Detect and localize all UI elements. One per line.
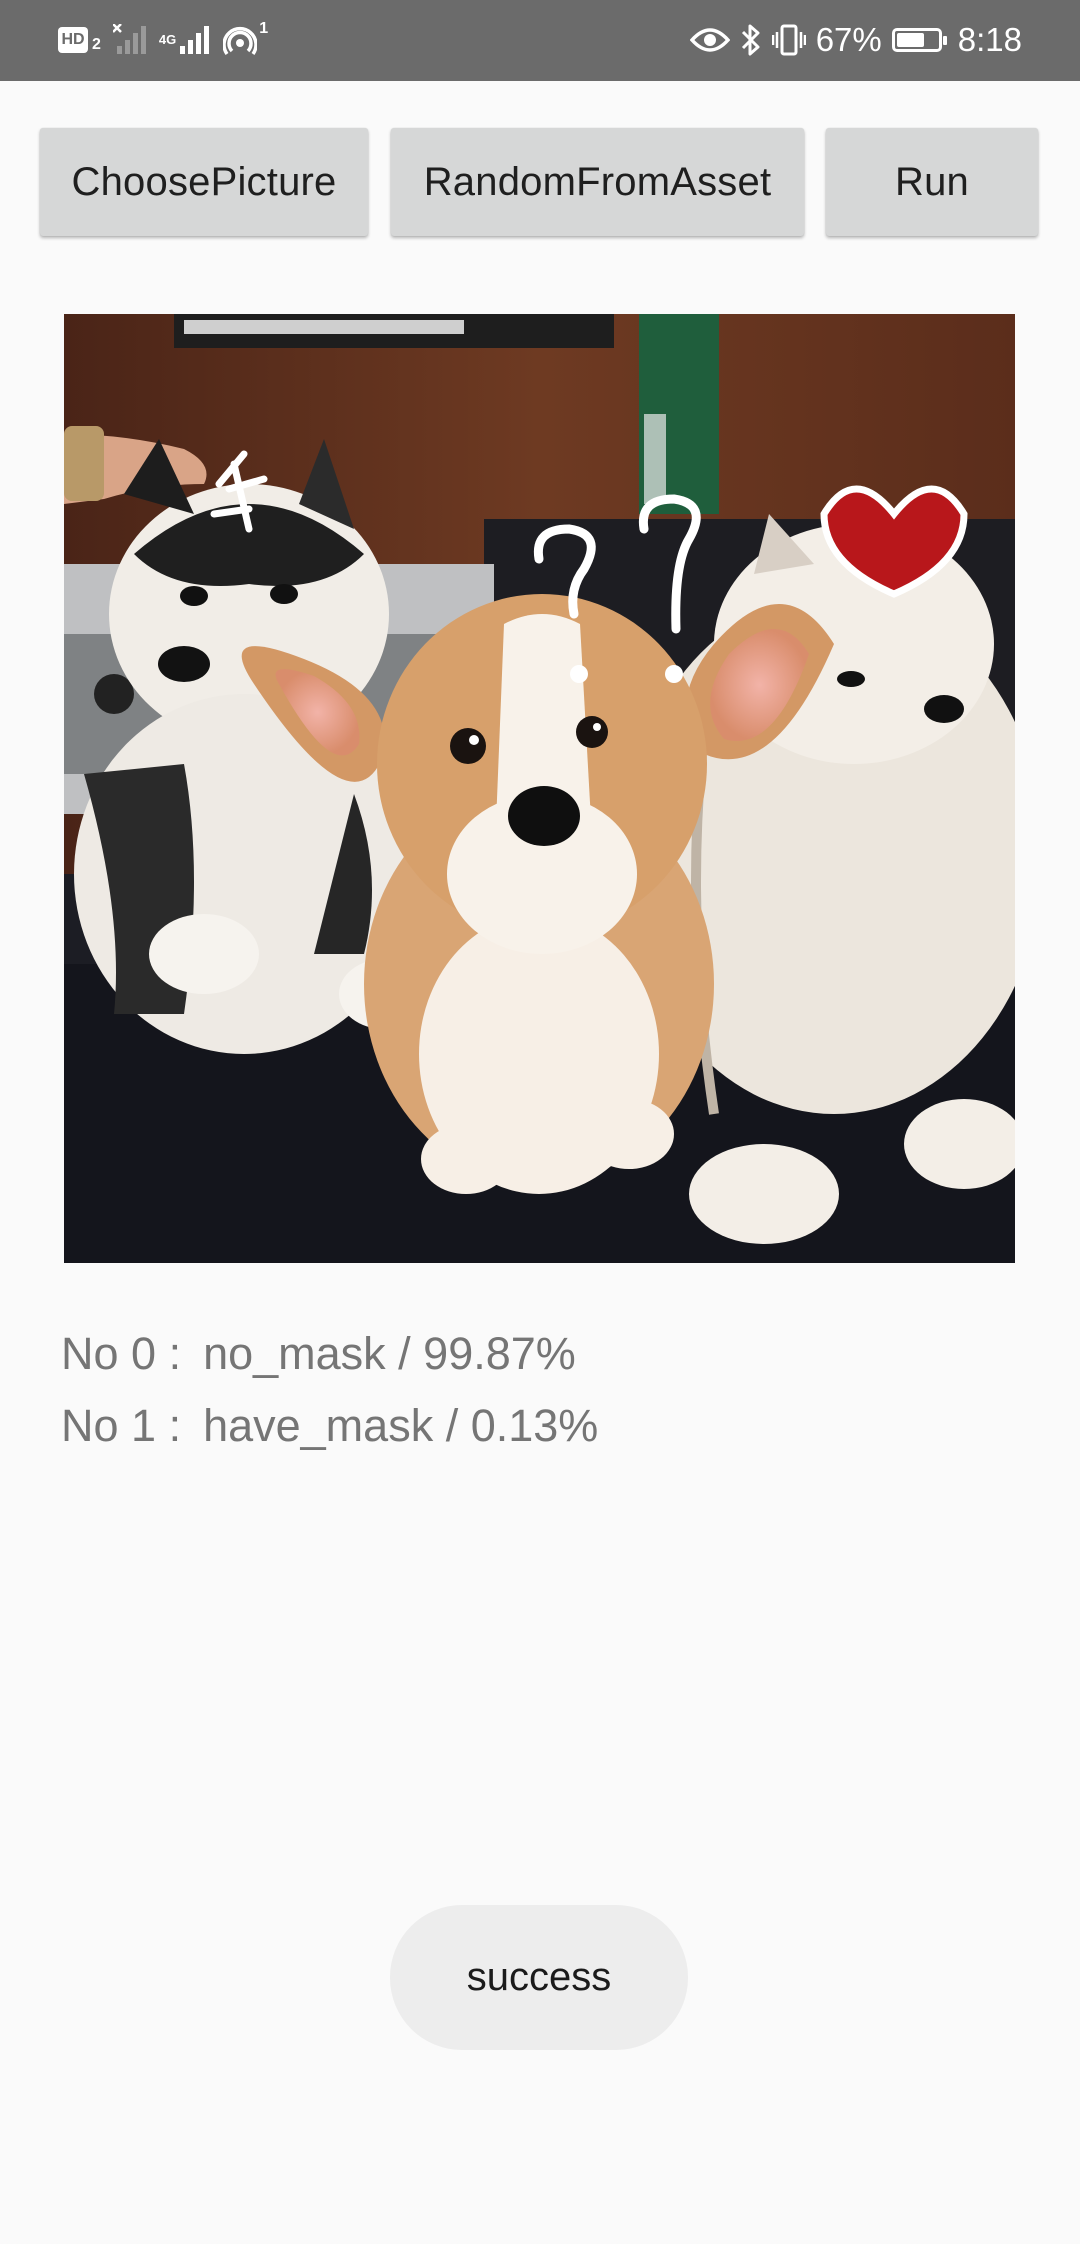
battery-level-fill	[896, 33, 924, 47]
no-signal-icon	[112, 24, 147, 56]
eye-icon	[689, 26, 730, 54]
result-index-label: No 1 :	[61, 1400, 182, 1451]
vibrate-icon	[771, 23, 806, 57]
hd-sim-index: 2	[92, 36, 101, 53]
run-button[interactable]: Run	[826, 128, 1038, 236]
selected-photo	[64, 314, 1015, 1263]
network-type-label: 4G	[158, 32, 177, 47]
choose-picture-button[interactable]: ChoosePicture	[40, 128, 368, 236]
status-bar-right: 67% 8:18	[689, 20, 1022, 60]
hotspot-count: 1	[259, 20, 269, 37]
result-line-1: No 1 : have_mask / 0.13%	[36, 1348, 598, 1452]
random-from-asset-button[interactable]: RandomFromAsset	[391, 128, 804, 236]
clock: 8:18	[957, 21, 1022, 58]
hd-voice-icon: HD	[58, 27, 88, 53]
hotspot-icon: 1	[223, 20, 269, 57]
toast-message: success	[390, 1905, 688, 2050]
battery-icon	[891, 28, 947, 52]
cellular-signal-icon: 4G	[159, 24, 211, 56]
battery-percent: 67%	[815, 21, 882, 58]
result-value: have_mask / 0.13%	[203, 1400, 599, 1451]
status-bar-left: HD 2 4G 1	[58, 20, 268, 60]
status-bar: HD 2 4G 1 67% 8:18	[0, 0, 1080, 81]
bluetooth-icon	[740, 23, 762, 57]
